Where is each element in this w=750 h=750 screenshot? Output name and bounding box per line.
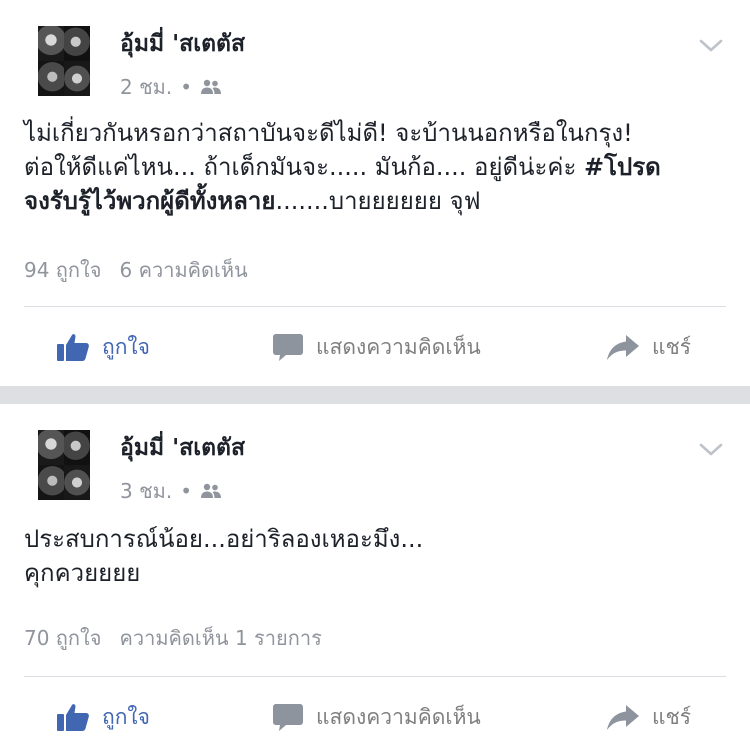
post-card: อุ้มมี่ 'สเตตัส 3 ชม. • ประสบการณ์น้อย..… [0,404,750,750]
hashtag[interactable]: #โปรด [584,153,661,181]
like-count[interactable]: 94 ถูกใจ [24,258,102,282]
comment-count[interactable]: ความคิดเห็น 1 รายการ [120,626,322,650]
action-bar: ถูกใจ แสดงความคิดเห็น แชร์ [0,692,750,742]
like-button[interactable]: ถูกใจ [56,322,150,372]
hashtag[interactable]: จงรับรู้ไว้พวกผู้ดีทั้งหลาย [24,187,275,215]
meta-dot: • [180,75,192,99]
action-bar: ถูกใจ แสดงความคิดเห็น แชร์ [0,322,750,372]
reaction-counts: 94 ถูกใจ 6 ความคิดเห็น [24,254,248,286]
friends-icon [201,79,221,94]
post-text-line: ต่อให้ดีแค่ไหน... ถ้าเด็กมันจะ..... มันก… [24,150,724,184]
post-text-line: จงรับรู้ไว้พวกผู้ดีทั้งหลาย.......บายยยย… [24,184,724,218]
post-text-line: ประสบการณ์น้อย...อย่าริลองเหอะมึง... [24,525,424,553]
comment-count[interactable]: 6 ความคิดเห็น [120,258,248,282]
avatar[interactable] [38,430,90,500]
share-label: แชร์ [652,704,692,729]
divider [24,306,726,307]
share-button[interactable]: แชร์ [606,692,691,742]
comment-label: แสดงความคิดเห็น [316,334,481,359]
chevron-down-icon[interactable] [698,36,724,56]
post-text-line: คุกควยยยย [24,559,141,588]
speech-bubble-icon [273,704,303,731]
post-text: ประสบการณ์น้อย...อย่าริลองเหอะมึง... คุก… [24,522,724,590]
post-time[interactable]: 2 ชม. [120,71,172,103]
thumbs-up-icon [57,334,89,361]
post-card: อุ้มมี่ 'สเตตัส 2 ชม. • ไม่เกี่ยวกันหรอก… [0,0,750,386]
post-time[interactable]: 3 ชม. [120,475,172,507]
author-name[interactable]: อุ้มมี่ 'สเตตัส [120,430,245,466]
speech-bubble-icon [273,334,303,361]
comment-button[interactable]: แสดงความคิดเห็น [272,692,481,742]
avatar[interactable] [38,26,90,96]
meta-dot: • [180,479,192,503]
like-label: ถูกใจ [102,704,150,729]
post-text-segment: ต่อให้ดีแค่ไหน... ถ้าเด็กมันจะ..... มันก… [24,153,584,182]
reaction-counts: 70 ถูกใจ ความคิดเห็น 1 รายการ [24,622,322,654]
post-text: ไม่เกี่ยวกันหรอกว่าสถาบันจะดีไม่ดี! จะบ้… [24,116,724,218]
share-arrow-icon [607,335,639,360]
thumbs-up-icon [57,704,89,731]
like-label: ถูกใจ [102,334,150,359]
post-text-segment: .......บายยยยยย จุฟ [275,187,481,216]
author-name[interactable]: อุ้มมี่ 'สเตตัส [120,26,245,62]
comment-button[interactable]: แสดงความคิดเห็น [272,322,481,372]
post-meta: 2 ชม. • [120,71,222,103]
friends-icon [201,483,221,498]
chevron-down-icon[interactable] [698,440,724,460]
like-button[interactable]: ถูกใจ [56,692,150,742]
divider [24,676,726,677]
like-count[interactable]: 70 ถูกใจ [24,626,102,650]
post-text-line: ไม่เกี่ยวกันหรอกว่าสถาบันจะดีไม่ดี! จะบ้… [24,119,633,147]
post-meta: 3 ชม. • [120,475,222,507]
share-arrow-icon [607,705,639,730]
share-label: แชร์ [652,334,692,359]
feed-separator [0,386,750,404]
share-button[interactable]: แชร์ [606,322,691,372]
comment-label: แสดงความคิดเห็น [316,704,481,729]
